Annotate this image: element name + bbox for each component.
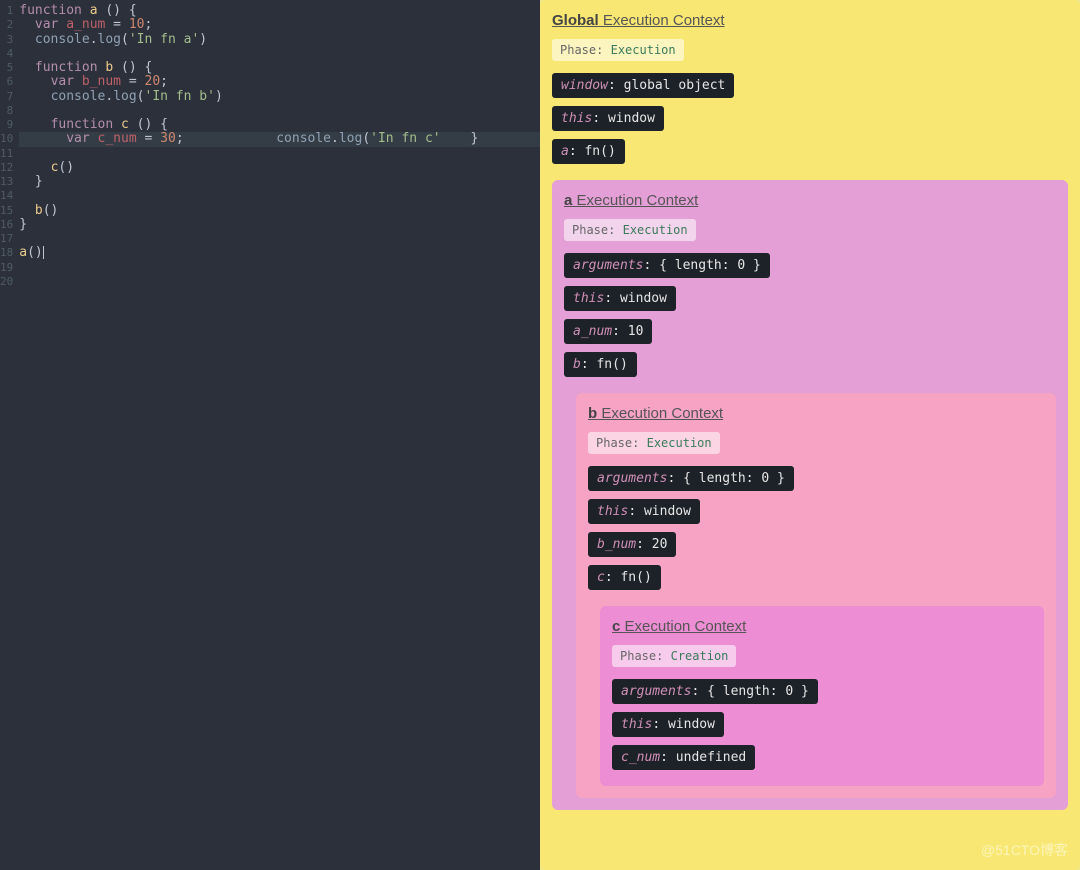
ec-var-pill: window: global object [552,73,734,98]
ec-global-title: Global Execution Context [552,12,1068,29]
ec-var-row: this: window [588,495,1044,528]
ec-global-phase: Phase: Execution [552,39,684,61]
ec-var-pill: arguments: { length: 0 } [612,679,818,704]
ec-var-pill: a_num: 10 [564,319,652,344]
ec-var-row: c_num: undefined [612,741,1032,774]
ec-var-pill: b: fn() [564,352,637,377]
ec-a-phase: Phase: Execution [564,219,696,241]
ec-var-pill: arguments: { length: 0 } [564,253,770,278]
ec-var-row: arguments: { length: 0 } [564,249,1056,282]
ec-b-phase: Phase: Execution [588,432,720,454]
ec-var-pill: this: window [612,712,724,737]
ec-c-title: c Execution Context [612,618,1032,635]
ec-var-pill: c_num: undefined [612,745,755,770]
ec-c: c Execution Context Phase: Creation argu… [600,606,1044,786]
ec-var-row: arguments: { length: 0 } [612,675,1032,708]
ec-var-pill: this: window [588,499,700,524]
ec-var-row: arguments: { length: 0 } [588,462,1044,495]
ec-b-title: b Execution Context [588,405,1044,422]
ec-var-row: this: window [552,102,1068,135]
line-gutter: 1 2 3 4 5 6 7 8 9 10 11 12 13 14 15 16 1… [0,0,15,870]
code-line: console.log('In fn c') [229,132,439,146]
ec-var-pill: this: window [564,286,676,311]
ec-global: Global Execution Context Phase: Executio… [540,0,1080,870]
ec-var-pill: arguments: { length: 0 } [588,466,794,491]
ec-b: b Execution Context Phase: Execution arg… [576,393,1056,798]
ec-var-row: this: window [612,708,1032,741]
ec-var-pill: c: fn() [588,565,661,590]
ec-var-row: this: window [564,282,1056,315]
ec-var-row: b_num: 20 [588,528,1044,561]
ec-a: a Execution Context Phase: Execution arg… [552,180,1068,810]
ec-var-row: b: fn() [564,348,1056,381]
code-line: var c_num = 30; [19,132,229,146]
ec-var-row: a_num: 10 [564,315,1056,348]
ec-var-pill: b_num: 20 [588,532,676,557]
ec-c-phase: Phase: Creation [612,645,736,667]
ec-var-row: a: fn() [552,135,1068,168]
ec-var-row: window: global object [552,69,1068,102]
execution-context-panel: Global Execution Context Phase: Executio… [540,0,1080,870]
ec-a-title: a Execution Context [564,192,1056,209]
code-editor: 1 2 3 4 5 6 7 8 9 10 11 12 13 14 15 16 1… [0,0,540,870]
ec-var-pill: this: window [552,106,664,131]
ec-var-pill: a: fn() [552,139,625,164]
watermark: @51CTO博客 [981,840,1068,860]
ec-var-row: c: fn() [588,561,1044,594]
